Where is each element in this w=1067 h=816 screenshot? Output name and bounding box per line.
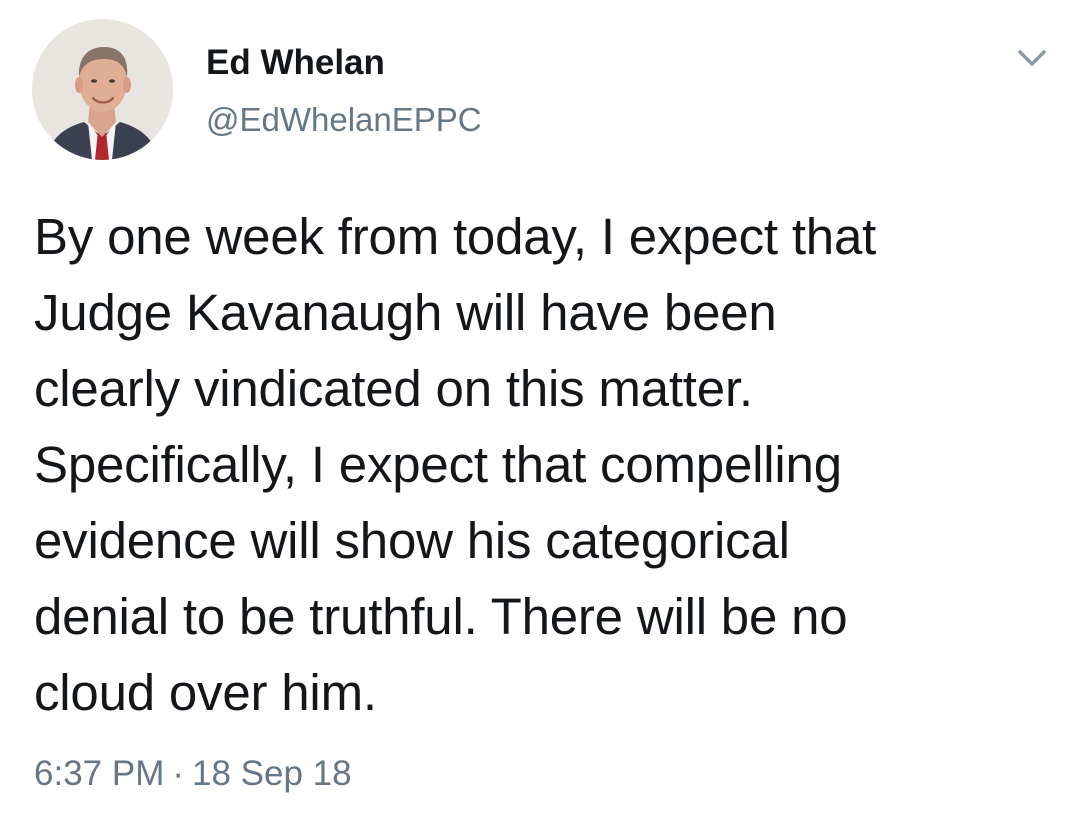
tweet-date: 18 Sep 18	[192, 754, 352, 793]
author-handle[interactable]: @EdWhelanEPPC	[206, 98, 482, 142]
tweet-time: 6:37 PM	[34, 754, 165, 793]
timestamp-separator: ·	[172, 754, 185, 793]
author-avatar[interactable]	[32, 19, 173, 160]
chevron-down-icon	[1018, 50, 1046, 66]
tweet-card: Ed Whelan @EdWhelanEPPC By one week from…	[0, 0, 1067, 816]
tweet-text: By one week from today, I expect that Ju…	[34, 208, 877, 721]
tweet-timestamp[interactable]: 6:37 PM · 18 Sep 18	[34, 752, 352, 796]
author-display-name[interactable]: Ed Whelan	[206, 41, 385, 85]
profile-photo-icon	[32, 19, 173, 160]
tweet-menu-button[interactable]	[1014, 44, 1050, 72]
